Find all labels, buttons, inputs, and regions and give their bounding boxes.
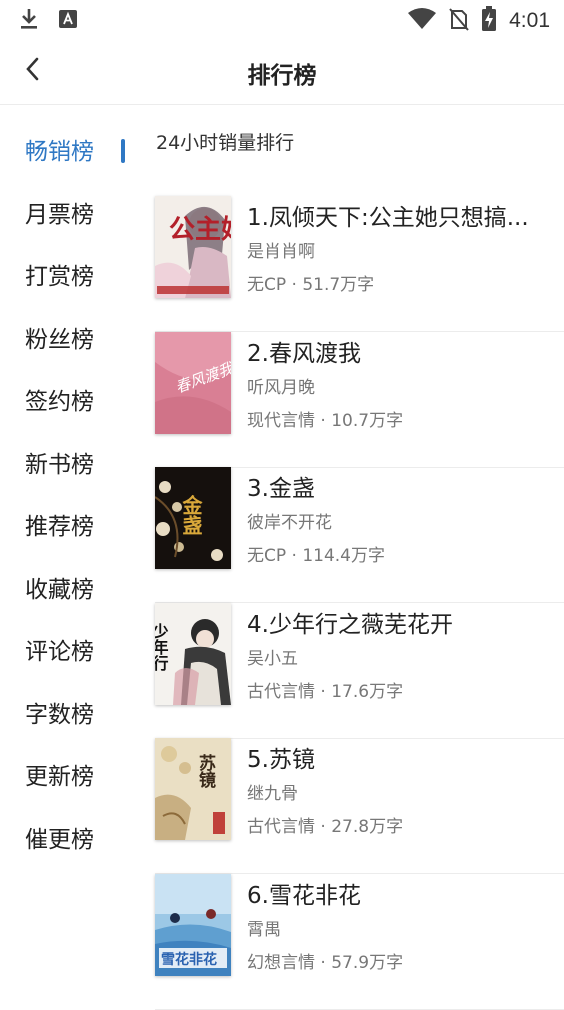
sidebar-item-update[interactable]: 更新榜 — [25, 757, 94, 797]
book-author: 是肖肖啊 — [247, 242, 315, 262]
book-author: 霄禺 — [247, 920, 281, 940]
active-tab-indicator — [121, 139, 125, 163]
book-cover: 金盏 — [155, 467, 231, 569]
sidebar-item-monthly-ticket[interactable]: 月票榜 — [25, 195, 94, 235]
book-title: 4.少年行之薇芜花开 — [247, 612, 453, 638]
status-time: 4:01 — [509, 9, 550, 32]
sidebar-item-comment[interactable]: 评论榜 — [25, 632, 94, 672]
book-author: 继九骨 — [247, 784, 298, 804]
page-title: 排行榜 — [247, 63, 317, 89]
book-author: 吴小五 — [247, 649, 298, 669]
book-cover: 公主她 — [155, 196, 231, 298]
sidebar-item-collect[interactable]: 收藏榜 — [25, 570, 94, 610]
book-cover: 春风渡我 — [155, 332, 231, 434]
sidebar-item-recommend[interactable]: 推荐榜 — [25, 507, 94, 547]
sidebar-item-tip[interactable]: 打赏榜 — [25, 257, 94, 297]
book-item[interactable]: 苏镜 5.苏镜 继九骨 古代言情 · 27.8万字 — [155, 738, 564, 874]
book-meta: 幻想言情 · 57.9万字 — [247, 953, 404, 973]
book-item[interactable]: 金盏 3.金盏 彼岸不开花 无CP · 114.4万字 — [155, 467, 564, 603]
book-meta: 现代言情 · 10.7万字 — [247, 411, 404, 431]
book-meta: 古代言情 · 17.6万字 — [247, 682, 404, 702]
book-title: 1.凤倾天下:公主她只想搞... — [247, 205, 529, 231]
book-cover: 少年行 — [155, 603, 231, 705]
cover-title: 少年行 — [155, 622, 170, 672]
book-item[interactable]: 公主她 1.凤倾天下:公主她只想搞... 是肖肖啊 无CP · 51.7万字 — [155, 196, 564, 332]
a-icon — [58, 9, 78, 33]
battery-charging-icon — [481, 6, 497, 36]
book-author: 听风月晚 — [247, 378, 315, 398]
book-title: 6.雪花非花 — [247, 883, 361, 909]
book-cover: 雪花非花 — [155, 874, 231, 976]
status-bar: 4:01 — [0, 0, 564, 38]
sidebar-item-bestseller[interactable]: 畅销榜 — [25, 132, 94, 172]
book-title: 5.苏镜 — [247, 747, 315, 773]
book-item[interactable]: 少年行 4.少年行之薇芜花开 吴小五 古代言情 · 17.6万字 — [155, 603, 564, 739]
sidebar-item-urge-update[interactable]: 催更榜 — [25, 820, 94, 860]
book-title: 2.春风渡我 — [247, 341, 361, 367]
sidebar-item-word-count[interactable]: 字数榜 — [25, 695, 94, 735]
wifi-icon — [407, 7, 437, 35]
book-author: 彼岸不开花 — [247, 513, 332, 533]
book-meta: 古代言情 · 27.8万字 — [247, 817, 404, 837]
book-title: 3.金盏 — [247, 476, 315, 502]
book-meta: 无CP · 51.7万字 — [247, 275, 375, 295]
book-cover: 苏镜 — [155, 738, 231, 840]
sidebar-item-signed[interactable]: 签约榜 — [25, 382, 94, 422]
header-bar: 排行榜 — [0, 38, 564, 105]
section-title: 24小时销量排行 — [156, 132, 295, 154]
sidebar-item-new-book[interactable]: 新书榜 — [25, 445, 94, 485]
sidebar-item-fans[interactable]: 粉丝榜 — [25, 320, 94, 360]
cover-title: 金盏 — [179, 494, 203, 535]
book-meta: 无CP · 114.4万字 — [247, 546, 386, 566]
cover-title: 雪花非花 — [161, 951, 217, 968]
cover-title: 公主她 — [169, 215, 231, 245]
no-sim-icon — [449, 7, 469, 35]
book-item[interactable]: 春风渡我 2.春风渡我 听风月晚 现代言情 · 10.7万字 — [155, 332, 564, 468]
cover-title: 苏镜 — [195, 753, 216, 789]
download-icon — [18, 7, 40, 35]
book-item[interactable]: 雪花非花 6.雪花非花 霄禺 幻想言情 · 57.9万字 — [155, 874, 564, 1010]
